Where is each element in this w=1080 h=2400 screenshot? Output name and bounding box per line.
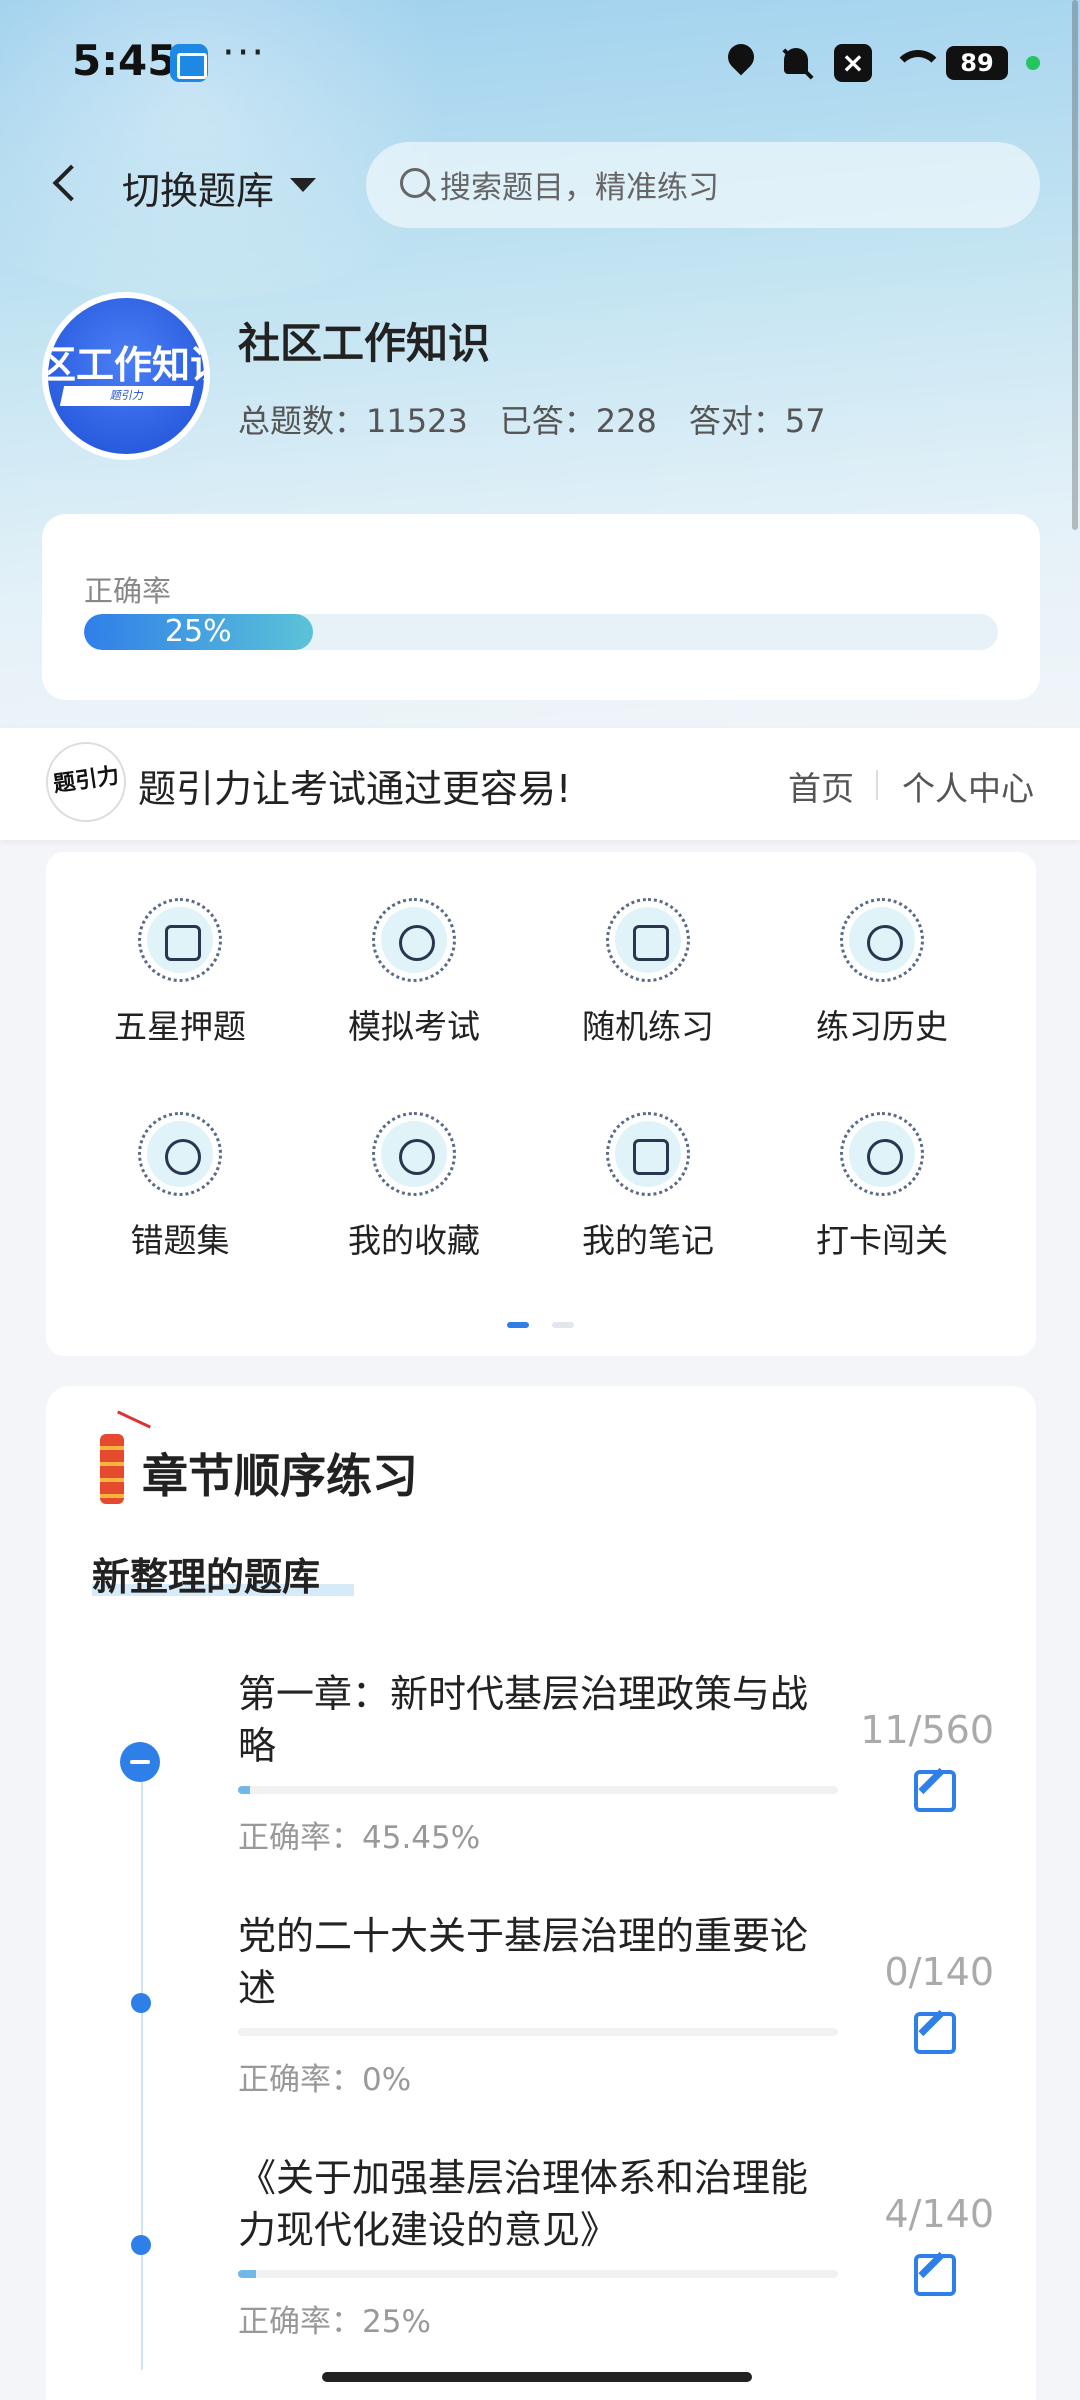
bank-logo: 区工作知识 题引力: [42, 292, 210, 460]
wallet-app-icon: [170, 44, 208, 82]
feature-label: 打卡闯关: [816, 1221, 948, 1260]
feature-label: 随机练习: [582, 1007, 714, 1046]
feature-favorites[interactable]: 我的收藏: [314, 1112, 514, 1262]
home-indicator[interactable]: [322, 2372, 752, 2382]
timeline-dot: [131, 1993, 151, 2013]
chapter-progress-bar: [238, 2270, 838, 2278]
bank-title: 社区工作知识: [238, 319, 491, 368]
feature-label: 练习历史: [816, 1007, 948, 1046]
feature-grid: 五星押题 模拟考试 随机练习 练习历史 错题集 我的收藏 我的笔记 打卡闯关: [46, 852, 1036, 1356]
feature-label: 模拟考试: [348, 1007, 480, 1046]
chapter-count: 0/140: [884, 1950, 994, 1994]
chapter-progress-bar: [238, 1786, 838, 1794]
chapter-accuracy: 正确率：25%: [238, 2304, 431, 2340]
timeline-dot: [131, 2235, 151, 2255]
chapter-section-subtitle: 新整理的题库: [92, 1555, 321, 1599]
feature-five-star[interactable]: 五星押题: [80, 898, 280, 1048]
chapter-name[interactable]: 《关于加强基层治理体系和治理能力现代化建设的意见》: [238, 2152, 838, 2256]
bank-logo-sub: 题引力: [59, 386, 195, 406]
feature-history[interactable]: 练习历史: [782, 898, 982, 1048]
search-icon: [400, 168, 430, 198]
bank-stats: 总题数：11523 已答：228 答对：57: [238, 402, 826, 440]
feature-label: 错题集: [130, 1221, 230, 1260]
heart-icon: [381, 1121, 447, 1187]
caret-down-icon[interactable]: [290, 178, 316, 192]
chapter-progress-fill: [238, 1786, 250, 1794]
chapter-progress-bar: [238, 2028, 838, 2036]
feature-label: 五星押题: [114, 1007, 246, 1046]
battery-icon: 89: [946, 46, 1008, 80]
chapter-accuracy: 正确率：0%: [238, 2062, 412, 2098]
status-time: 5:45: [72, 36, 177, 85]
chapter-count: 11/560: [860, 1708, 994, 1752]
scrollbar[interactable]: [1072, 0, 1078, 530]
banner-slogan: 题引力让考试通过更容易!: [138, 767, 572, 811]
feature-label: 我的收藏: [348, 1221, 480, 1260]
collapse-minus-icon[interactable]: [120, 1742, 160, 1782]
page-indicator: [552, 1322, 574, 1328]
more-notifications-icon: ···: [222, 30, 267, 76]
location-icon: [722, 44, 760, 82]
search-placeholder: 搜索题目，精准练习: [440, 170, 719, 206]
edit-icon[interactable]: [914, 1770, 956, 1812]
chapter-section-title: 章节顺序练习: [142, 1449, 418, 1503]
feature-notes[interactable]: 我的笔记: [548, 1112, 748, 1262]
feature-mock-exam[interactable]: 模拟考试: [314, 898, 514, 1048]
nav-home-link[interactable]: 首页: [788, 762, 854, 810]
page-indicator-active: [507, 1322, 529, 1328]
check-note-icon: [615, 1121, 681, 1187]
privacy-dot-icon: [1026, 56, 1040, 70]
x-app-icon: ×: [834, 44, 872, 82]
sprout-icon: [849, 1121, 915, 1187]
network-icon: [615, 907, 681, 973]
wifi-icon: [890, 44, 944, 82]
firecracker-icon: [94, 1418, 134, 1508]
feature-wrong-questions[interactable]: 错题集: [80, 1112, 280, 1262]
speedometer-icon: [381, 907, 447, 973]
timeline-line: [141, 1770, 143, 2370]
feature-label: 我的笔记: [582, 1221, 714, 1260]
feature-checkin[interactable]: 打卡闯关: [782, 1112, 982, 1262]
chapter-name[interactable]: 第一章：新时代基层治理政策与战略: [238, 1668, 838, 1772]
globe-icon: [849, 907, 915, 973]
accuracy-label: 正确率: [84, 574, 172, 608]
mute-bell-icon: [778, 44, 816, 82]
accuracy-percent: 25%: [164, 614, 232, 649]
nav-user-center-link[interactable]: 个人中心: [902, 762, 1034, 810]
nav-divider: [876, 770, 878, 800]
feature-random-practice[interactable]: 随机练习: [548, 898, 748, 1048]
chapter-progress-fill: [238, 2270, 256, 2278]
chapter-accuracy: 正确率：45.45%: [238, 1820, 481, 1856]
id-card-icon: [147, 907, 213, 973]
accuracy-card: [42, 514, 1040, 700]
head-icon: [147, 1121, 213, 1187]
bank-logo-text: 区工作知识: [48, 343, 204, 387]
edit-icon[interactable]: [914, 2012, 956, 2054]
back-icon[interactable]: [42, 160, 92, 210]
edit-icon[interactable]: [914, 2254, 956, 2296]
accuracy-progress-bar: 25%: [84, 614, 998, 650]
status-icons: × 89: [722, 40, 1040, 86]
chapter-name[interactable]: 党的二十大关于基层治理的重要论述: [238, 1910, 838, 2014]
accuracy-progress-fill: 25%: [84, 614, 313, 650]
switch-bank-button[interactable]: 切换题库: [122, 160, 274, 215]
brand-logo-icon: [46, 742, 126, 822]
chapter-count: 4/140: [884, 2192, 994, 2236]
